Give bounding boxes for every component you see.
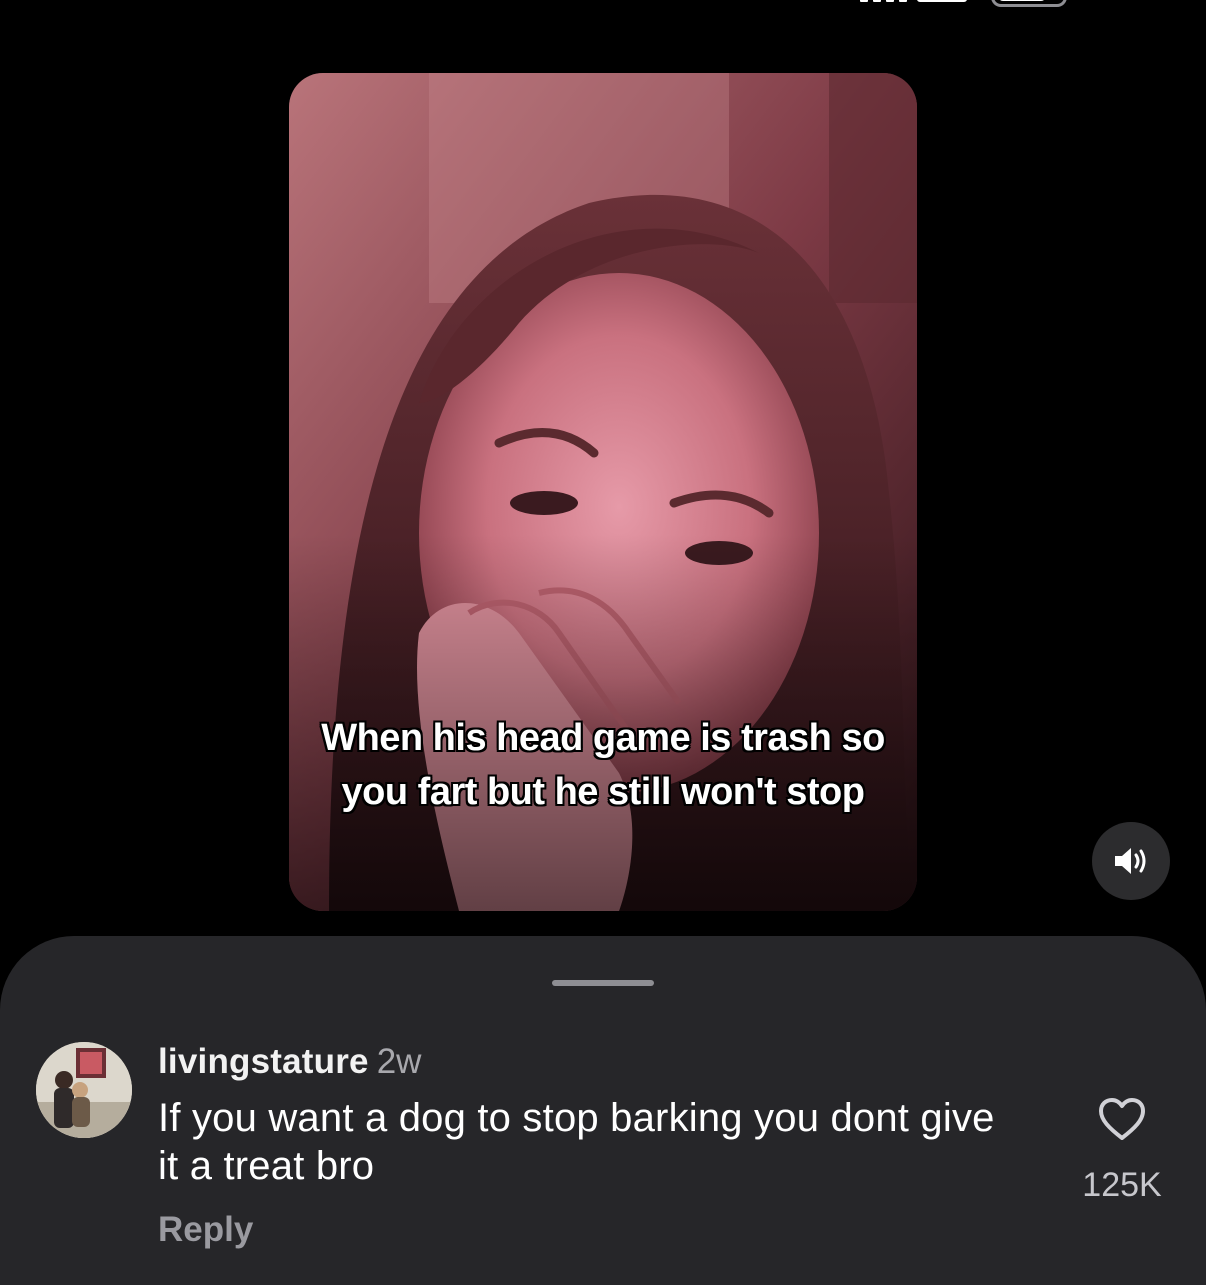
comment-header: livingstature 2w xyxy=(158,1040,421,1084)
status-bar xyxy=(0,0,1206,10)
speaker-volume-icon xyxy=(1115,848,1146,874)
status-indicators xyxy=(860,0,1067,7)
video-caption: When his head game is trash so you fart … xyxy=(321,717,885,813)
comment-item: livingstature 2w If you want a dog to sto… xyxy=(0,936,1206,1285)
battery-icon xyxy=(991,0,1067,7)
avatar[interactable] xyxy=(36,1042,132,1138)
sound-toggle-button[interactable] xyxy=(1092,822,1170,900)
like-group: 125K xyxy=(1076,1096,1168,1205)
comment-text: If you want a dog to stop barking you do… xyxy=(158,1096,995,1188)
status-time xyxy=(150,0,290,4)
comment-timestamp: 2w xyxy=(376,1042,422,1081)
comment-username[interactable]: livingstature xyxy=(158,1042,369,1081)
screen: When his head game is trash so you fart … xyxy=(0,0,1206,1285)
heart-outline-icon[interactable] xyxy=(1097,1096,1147,1142)
reply-button[interactable]: Reply xyxy=(158,1208,253,1252)
avatar-image xyxy=(36,1042,132,1138)
video-player[interactable]: When his head game is trash so you fart … xyxy=(289,73,917,911)
cellular-signal-icon xyxy=(860,0,907,2)
like-count: 125K xyxy=(1082,1166,1162,1204)
comments-sheet: livingstature 2w If you want a dog to sto… xyxy=(0,936,1206,1285)
wifi-icon xyxy=(917,0,967,2)
